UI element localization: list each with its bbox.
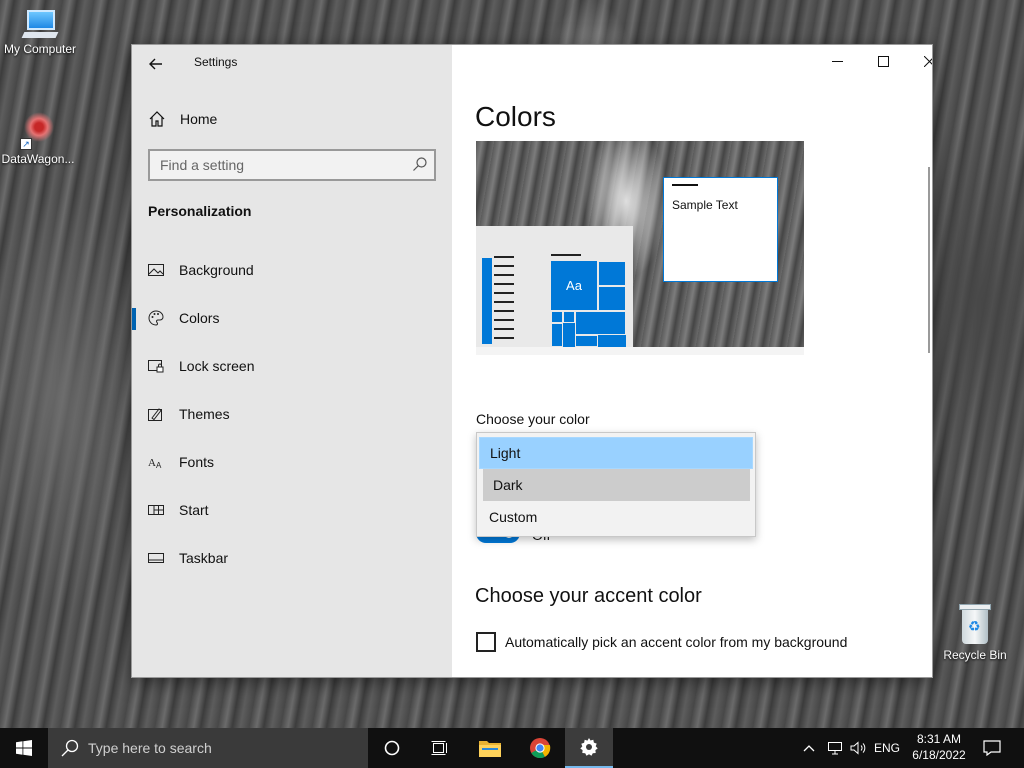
clock-date: 6/18/2022 <box>912 748 966 762</box>
sidebar-item-taskbar[interactable]: Taskbar <box>132 534 452 582</box>
palette-icon <box>148 310 164 326</box>
section-title: Personalization <box>148 203 252 219</box>
chevron-up-icon <box>803 745 815 752</box>
network-button[interactable] <box>824 728 846 768</box>
search-icon <box>61 739 79 757</box>
sidebar-item-colors[interactable]: Colors <box>132 294 452 342</box>
find-setting-search[interactable] <box>148 149 436 181</box>
folder-icon <box>479 741 501 757</box>
auto-accent-label: Automatically pick an accent color from … <box>505 634 848 650</box>
sidebar-item-label: Themes <box>179 406 230 422</box>
sidebar-item-label: Background <box>179 262 254 278</box>
desktop-icon-label: Recycle Bin <box>943 648 1007 662</box>
minimize-icon <box>831 60 843 62</box>
image-icon <box>148 264 164 276</box>
chrome-button[interactable] <box>516 728 564 768</box>
themes-icon <box>148 408 162 421</box>
speaker-icon <box>850 741 866 755</box>
svg-text:A: A <box>148 457 156 469</box>
sidebar-item-start[interactable]: Start <box>132 486 452 534</box>
recycle-bin-icon: ♻ <box>959 604 991 646</box>
back-button[interactable] <box>142 51 170 79</box>
personalization-nav: Background Colors Lock screen Themes AA … <box>132 246 452 582</box>
desktop-icon-datawagon[interactable]: ↗ DataWagon... <box>0 110 78 166</box>
notification-icon <box>983 740 1001 756</box>
theme-preview: Aa Sample Text <box>476 141 804 355</box>
gear-icon <box>580 738 598 756</box>
scrollbar[interactable] <box>928 167 930 353</box>
svg-text:A: A <box>156 461 162 470</box>
maximize-icon <box>877 55 889 67</box>
close-button[interactable] <box>906 45 932 77</box>
sidebar-item-label: Taskbar <box>179 550 229 566</box>
preview-tile-text: Aa <box>551 261 598 311</box>
home-nav-item[interactable]: Home <box>148 107 217 131</box>
colors-page: Colors Aa Sample Text Choose your color … <box>452 45 932 677</box>
file-explorer-button[interactable] <box>466 728 514 768</box>
clock-time: 8:31 AM <box>916 732 962 746</box>
taskbar-search-placeholder: Type here to search <box>88 740 212 756</box>
sidebar-item-background[interactable]: Background <box>132 246 452 294</box>
choose-color-label: Choose your color <box>476 411 590 427</box>
auto-accent-checkbox-row[interactable]: Automatically pick an accent color from … <box>476 632 847 652</box>
input-language-indicator[interactable]: ENG <box>872 728 902 768</box>
network-icon <box>828 742 842 755</box>
computer-icon <box>21 10 59 40</box>
sidebar-item-lock-screen[interactable]: Lock screen <box>132 342 452 390</box>
sidebar-item-label: Colors <box>179 310 220 326</box>
desktop-icon-my-computer[interactable]: My Computer <box>0 10 80 56</box>
sidebar-item-themes[interactable]: Themes <box>132 390 452 438</box>
color-option-dark[interactable]: Dark <box>483 469 750 501</box>
minimize-button[interactable] <box>814 45 860 77</box>
accent-color-title: Choose your accent color <box>475 585 702 607</box>
maximize-button[interactable] <box>860 45 906 77</box>
windows-logo-icon <box>16 740 32 756</box>
color-option-light[interactable]: Light <box>479 437 753 469</box>
sidebar-item-label: Lock screen <box>179 358 255 374</box>
color-mode-dropdown-list[interactable]: Light Dark Custom <box>476 432 756 537</box>
preview-sample-text: Sample Text <box>672 198 738 212</box>
start-button[interactable] <box>0 728 48 768</box>
volume-button[interactable] <box>848 728 870 768</box>
task-view-button[interactable] <box>416 728 464 768</box>
settings-taskbar-button[interactable] <box>565 728 613 768</box>
search-icon[interactable] <box>412 156 428 172</box>
preview-start-menu: Aa <box>476 226 633 347</box>
taskbar-clock[interactable]: 8:31 AM 6/18/2022 <box>908 731 970 763</box>
color-option-custom[interactable]: Custom <box>479 501 753 533</box>
lock-screen-icon <box>148 360 164 373</box>
home-label: Home <box>180 111 218 127</box>
page-title: Colors <box>475 101 556 132</box>
app-title: Settings <box>194 55 238 69</box>
auto-accent-checkbox[interactable] <box>476 632 496 652</box>
taskbar-icon <box>148 553 164 563</box>
desktop-icon-label: DataWagon... <box>1 152 75 166</box>
fonts-icon: AA <box>148 457 162 470</box>
cortana-circle-icon <box>384 740 400 756</box>
sidebar-item-label: Fonts <box>179 454 215 470</box>
home-icon <box>149 111 165 127</box>
chrome-icon <box>530 738 551 759</box>
desktop-icon-recycle-bin[interactable]: ♻ Recycle Bin <box>935 604 1015 662</box>
datawagon-icon: ↗ <box>18 110 58 150</box>
cortana-button[interactable] <box>368 728 416 768</box>
preview-sample-window: Sample Text <box>663 177 778 282</box>
settings-window: Settings Home Personalization Background… <box>132 45 932 677</box>
sidebar-item-fonts[interactable]: AA Fonts <box>132 438 452 486</box>
preview-tiles: Aa <box>551 261 626 347</box>
close-icon <box>923 55 932 67</box>
settings-sidebar: Settings Home Personalization Background… <box>132 45 452 677</box>
task-view-icon <box>431 741 447 755</box>
taskbar: Type here to search ENG 8:31 AM 6/18/202… <box>0 728 1024 768</box>
desktop-icon-label: My Computer <box>3 42 77 56</box>
taskbar-search-box[interactable]: Type here to search <box>48 728 368 768</box>
start-icon <box>148 505 164 515</box>
action-center-button[interactable] <box>978 728 1006 768</box>
show-hidden-icons-button[interactable] <box>800 728 818 768</box>
find-setting-input[interactable] <box>150 151 390 179</box>
sidebar-item-label: Start <box>179 502 209 518</box>
back-arrow-icon <box>149 58 162 70</box>
